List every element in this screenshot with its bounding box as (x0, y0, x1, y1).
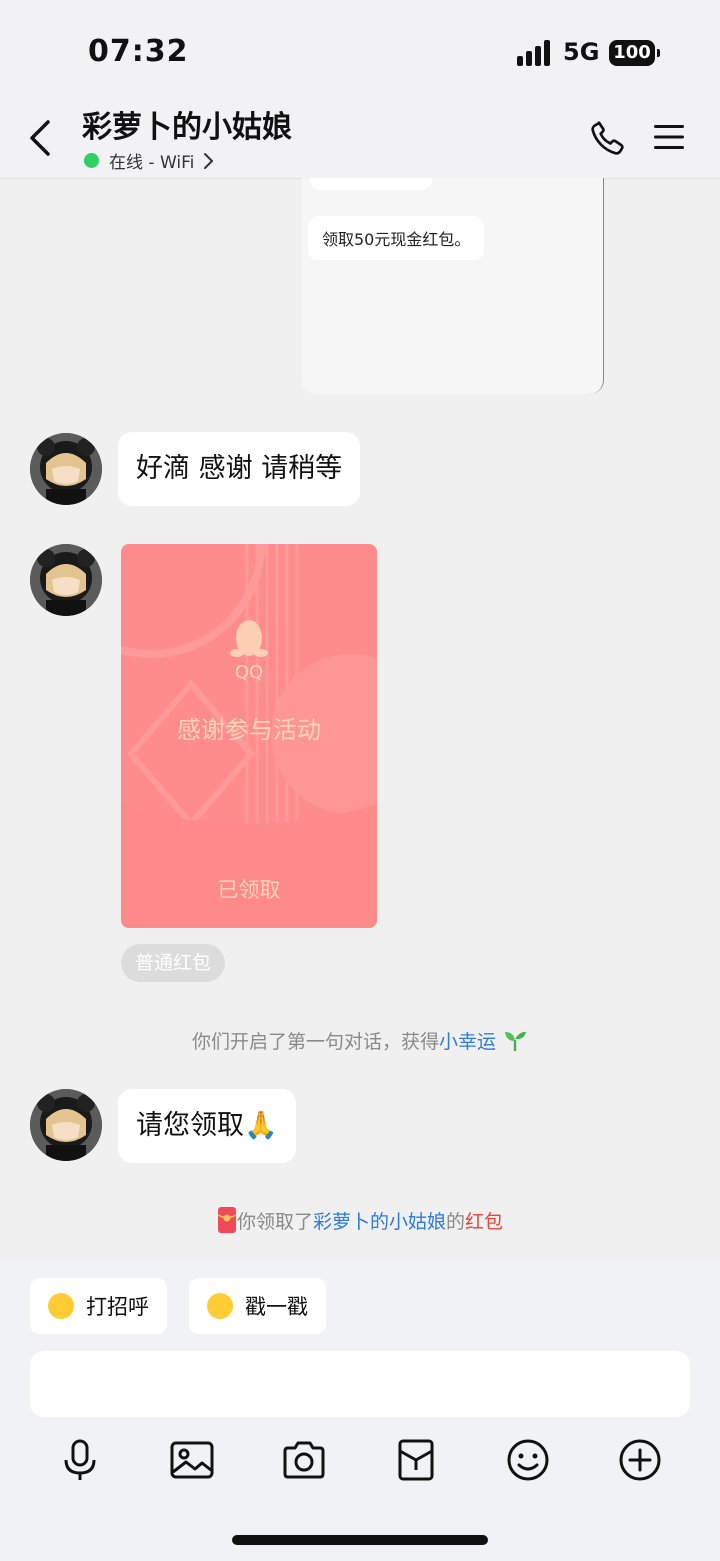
system-message-claim: 你领取了彩萝卜的小姑娘的红包 (0, 1206, 720, 1234)
menu-icon (654, 125, 684, 149)
voice-button[interactable] (56, 1436, 104, 1484)
message-bubble[interactable]: 好滴 感谢 请稍等 (118, 432, 361, 506)
avatar[interactable] (30, 544, 102, 616)
status-time: 07:32 (88, 34, 189, 69)
quick-action-label: 打招呼 (86, 1295, 149, 1319)
back-button[interactable] (26, 118, 58, 158)
red-packet-greeting: 感谢参与活动 (177, 716, 321, 744)
avatar[interactable] (30, 1089, 102, 1161)
avatar-image (30, 1089, 102, 1161)
system-text: 你们开启了第一句对话，获得 (191, 1031, 439, 1053)
presence-status[interactable]: 在线 - WiFi (84, 148, 214, 173)
quick-action-poke[interactable]: 戳一戳 (189, 1278, 326, 1334)
plus-icon (619, 1439, 661, 1481)
forwarded-message-card[interactable]: 领取50元现金红包。 (302, 178, 604, 394)
lucky-link[interactable]: 小幸运 (439, 1031, 496, 1053)
message-input[interactable] (30, 1351, 690, 1417)
chat-title[interactable]: 彩萝卜的小姑娘 (82, 102, 292, 146)
call-button[interactable] (588, 118, 628, 158)
claim-user-link[interactable]: 彩萝卜的小姑娘 (313, 1211, 446, 1233)
red-packet-brand: QQ (234, 662, 264, 683)
red-packet-icon (217, 1207, 237, 1233)
system-text: 你领取了 (236, 1211, 313, 1233)
emoji-button[interactable] (504, 1436, 552, 1484)
more-button[interactable] (616, 1436, 664, 1484)
system-message-first-chat: 你们开启了第一句对话，获得小幸运 (0, 1027, 720, 1054)
composer-area: 打招呼 戳一戳 (0, 1262, 720, 1561)
poke-emoji-icon (207, 1293, 233, 1319)
forwarded-text: 领取50元现金红包。 (308, 216, 485, 260)
red-packet-button[interactable] (392, 1436, 440, 1484)
wave-emoji-icon (48, 1293, 74, 1319)
presence-text: 在线 - WiFi (109, 153, 195, 173)
avatar-image (30, 433, 102, 505)
chevron-right-icon (204, 152, 214, 169)
card-item-stub (310, 178, 432, 190)
red-packet-card[interactable]: QQ 感谢参与活动 已领取 (121, 544, 377, 928)
mic-icon (64, 1439, 96, 1480)
quick-action-label: 戳一戳 (245, 1295, 308, 1319)
menu-button[interactable] (652, 122, 686, 152)
signal-icon (517, 40, 551, 66)
claim-item-link[interactable]: 红包 (465, 1211, 503, 1233)
battery-icon: 100 (609, 40, 660, 66)
avatar[interactable] (30, 433, 102, 505)
chevron-left-icon (30, 120, 50, 156)
red-packet-status: 已领取 (217, 878, 281, 902)
red-packet-icon (398, 1439, 434, 1481)
quick-action-greet[interactable]: 打招呼 (30, 1278, 167, 1334)
image-button[interactable] (168, 1436, 216, 1484)
avatar-image (30, 544, 102, 616)
emoji-icon (507, 1439, 549, 1481)
camera-icon (283, 1441, 325, 1479)
sprout-icon (505, 1031, 527, 1051)
camera-button[interactable] (280, 1436, 328, 1484)
status-bar: 07:32 5G 100 (0, 0, 720, 100)
online-dot-icon (84, 153, 99, 168)
network-type: 5G (563, 38, 600, 66)
system-text: 的 (446, 1211, 466, 1233)
home-indicator[interactable] (232, 1535, 488, 1545)
chat-header: 彩萝卜的小姑娘 在线 - WiFi (0, 100, 720, 179)
message-bubble[interactable]: 请您领取🙏 (118, 1089, 296, 1163)
phone-icon (591, 121, 624, 155)
red-packet-type-tag: 普通红包 (121, 944, 226, 982)
image-icon (170, 1441, 214, 1479)
